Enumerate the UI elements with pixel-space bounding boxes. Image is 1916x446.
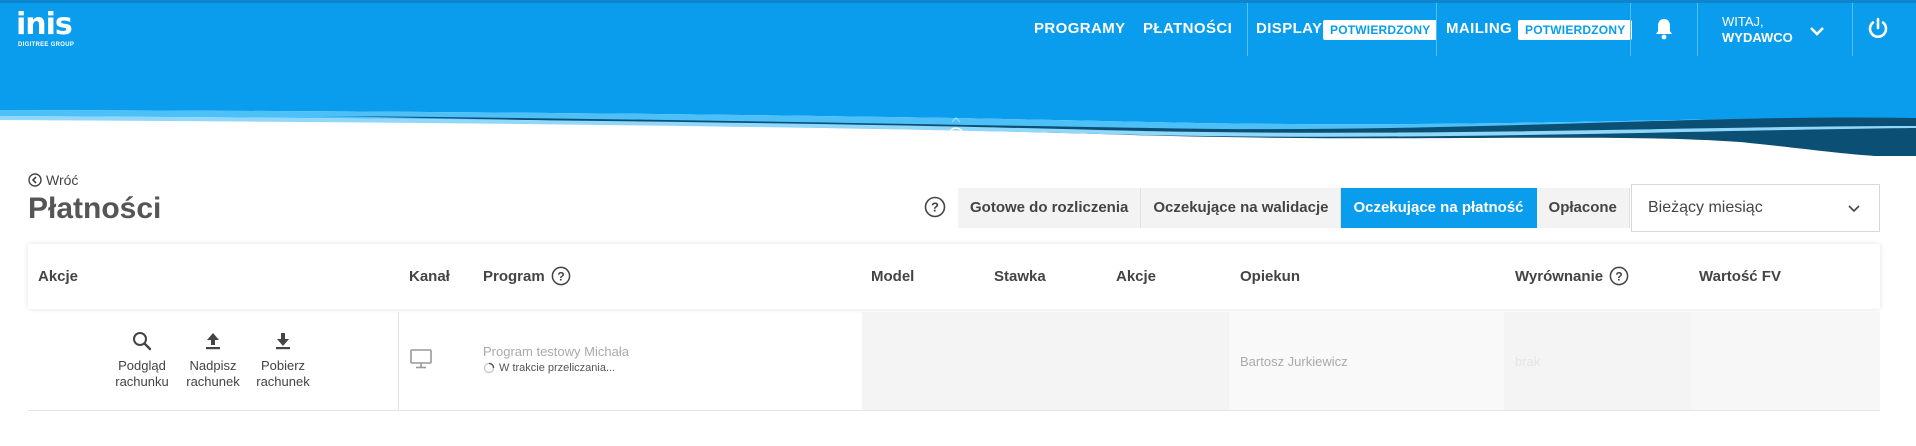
column-akcje: Akcje	[38, 268, 79, 285]
overwrite-invoice-button[interactable]: Nadpisz rachunek	[181, 330, 245, 390]
upload-icon	[206, 333, 220, 350]
user-greeting[interactable]: WITAJ, WYDAWCO	[1722, 14, 1793, 46]
monitor-icon	[409, 348, 433, 375]
spinner-icon	[483, 362, 495, 374]
greeting-line1: WITAJ,	[1722, 14, 1764, 29]
program-name-link[interactable]: Program testowy Michała	[483, 344, 629, 359]
nav-divider	[1247, 3, 1248, 56]
logo-subtext: DIGITREE GROUP	[18, 42, 75, 48]
cell-wartosc-fv	[1690, 312, 1880, 410]
table-row: Podgląd rachunku Nadpisz rachunek Pobier…	[28, 312, 1880, 411]
help-icon[interactable]: ?	[551, 266, 571, 286]
column-stawka: Stawka	[994, 268, 1046, 285]
back-link[interactable]: Wróć	[28, 172, 78, 188]
inis-logo[interactable]: inis DIGITREE GROUP	[16, 7, 76, 51]
scroll-down-hint[interactable]	[945, 116, 967, 156]
nav-programy-link[interactable]: PROGRAMY	[1034, 20, 1126, 37]
nav-divider	[1852, 3, 1853, 56]
chevron-down-icon	[1847, 201, 1861, 219]
period-select-value: Bieżący miesiąc	[1648, 199, 1763, 216]
column-wyrownanie: Wyrównanie ?	[1515, 266, 1629, 286]
action-label: rachunek	[256, 374, 310, 389]
svg-text:?: ?	[557, 269, 564, 283]
column-opiekun: Opiekun	[1240, 268, 1301, 285]
nav-platnosci-link[interactable]: PŁATNOŚCI	[1143, 20, 1232, 37]
logo-text: inis	[16, 7, 73, 42]
power-icon[interactable]	[1866, 17, 1890, 46]
action-label: rachunek	[186, 374, 240, 389]
opiekun-name: Bartosz Jurkiewicz	[1240, 354, 1348, 369]
table-header: Akcje Kanał Program ? Model Stawka Akcje…	[28, 244, 1880, 309]
nav-divider	[1630, 3, 1631, 56]
tab-oplacone[interactable]: Opłacone	[1536, 188, 1630, 228]
column-wartosc-fv: Wartość FV	[1699, 268, 1781, 285]
help-icon[interactable]: ?	[1609, 266, 1629, 286]
status-filter-tabs: Gotowe do rozliczenia Oczekujące na wali…	[958, 188, 1630, 228]
column-akcje-count: Akcje	[1116, 268, 1157, 285]
help-icon[interactable]: ?	[924, 196, 946, 223]
preview-invoice-button[interactable]: Podgląd rachunku	[110, 330, 174, 390]
top-navbar: inis DIGITREE GROUP PROGRAMY PŁATNOŚCI D…	[0, 0, 1916, 56]
download-icon	[276, 333, 290, 350]
mailing-label[interactable]: MAILING	[1446, 20, 1512, 37]
cell-model-stawka-akcje	[862, 312, 1229, 410]
display-status-badge: POTWIERDZONY	[1323, 20, 1438, 40]
greeting-user: WYDAWCO	[1722, 30, 1793, 45]
svg-text:?: ?	[931, 200, 939, 215]
action-label: Pobierz	[260, 358, 306, 373]
tab-oczekujace-na-platnosc[interactable]: Oczekujące na płatność	[1341, 188, 1537, 228]
download-invoice-button[interactable]: Pobierz rachunek	[251, 330, 315, 390]
mailing-status-badge: POTWIERDZONY	[1518, 20, 1633, 40]
column-kanal: Kanał	[409, 268, 450, 285]
action-label: rachunku	[115, 374, 169, 389]
period-select[interactable]: Bieżący miesiąc	[1631, 184, 1880, 232]
program-status-text: W trakcie przeliczania...	[499, 362, 616, 374]
action-label: Podgląd	[118, 358, 166, 373]
tab-gotowe-do-rozliczenia[interactable]: Gotowe do rozliczenia	[958, 188, 1142, 228]
back-label: Wróć	[46, 172, 79, 188]
search-icon	[133, 332, 152, 351]
wyrownanie-value: brak	[1515, 354, 1541, 369]
column-model: Model	[871, 268, 915, 285]
svg-text:?: ?	[1615, 269, 1622, 283]
cell-divider	[398, 312, 399, 410]
column-program: Program ?	[483, 266, 571, 286]
chevron-down-icon[interactable]	[1810, 23, 1824, 41]
display-label[interactable]: DISPLAY	[1256, 20, 1322, 37]
nav-divider	[1697, 3, 1698, 56]
back-arrow-icon	[28, 173, 42, 187]
action-label: Nadpisz	[189, 358, 237, 373]
program-status: W trakcie przeliczania...	[483, 362, 615, 374]
page-title: Płatności	[28, 192, 162, 225]
header-wave-banner	[0, 56, 1916, 156]
tab-oczekujace-na-walidacje[interactable]: Oczekujące na walidacje	[1141, 188, 1342, 228]
bell-icon[interactable]	[1654, 18, 1674, 45]
nav-divider	[1436, 3, 1437, 56]
